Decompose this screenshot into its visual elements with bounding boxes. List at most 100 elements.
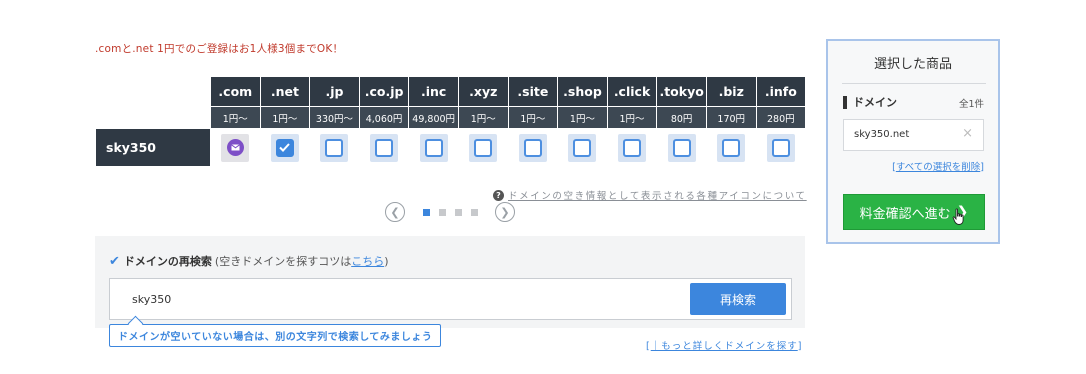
remove-icon[interactable]: × bbox=[962, 126, 973, 141]
research-title: ✔ ドメインの再検索 (空きドメインを探すコツはこちら) bbox=[109, 253, 389, 269]
tld-price: 1円〜 bbox=[507, 106, 559, 129]
cart-category: ドメイン bbox=[843, 94, 897, 110]
tld-price: 280円 bbox=[755, 106, 807, 129]
domain-row-label: sky350 bbox=[95, 128, 211, 167]
checkbox-wrap bbox=[568, 133, 597, 162]
checkbox-wrap bbox=[419, 133, 448, 162]
search-input[interactable] bbox=[132, 293, 432, 306]
proceed-button[interactable]: 料金確認へ進む ❯ bbox=[843, 194, 985, 230]
pager-dot[interactable] bbox=[471, 208, 478, 216]
domain-checkbox[interactable] bbox=[424, 138, 443, 157]
chevron-right-icon[interactable]: ❯ bbox=[495, 202, 515, 222]
availability-cell bbox=[358, 128, 410, 167]
tld-header: .info bbox=[755, 76, 807, 107]
research-hint: (空きドメインを探すコツはこちら) bbox=[215, 253, 389, 269]
question-icon: ? bbox=[493, 189, 504, 201]
table-corner bbox=[95, 76, 211, 107]
availability-cell bbox=[210, 128, 261, 167]
more-search-link[interactable]: [｜もっと詳しくドメインを探す] bbox=[646, 338, 802, 352]
tld-price: 1円〜 bbox=[259, 106, 311, 129]
research-title-label: ドメインの再検索 bbox=[123, 255, 212, 268]
checkbox-wrap bbox=[270, 133, 299, 162]
tld-header: .shop bbox=[557, 76, 608, 107]
tld-header: .net bbox=[259, 76, 311, 107]
availability-cell bbox=[259, 128, 311, 167]
availability-cell bbox=[457, 128, 509, 167]
tld-header: .jp bbox=[309, 76, 360, 107]
research-button[interactable]: 再検索 bbox=[690, 283, 786, 315]
checkbox-wrap bbox=[320, 133, 349, 162]
tld-price: 330円〜 bbox=[309, 106, 360, 129]
promo-text: .comと.net 1円でのご登録はお1人様3個までOK！ bbox=[95, 43, 344, 55]
tld-header: .com bbox=[210, 76, 261, 107]
checkbox-wrap bbox=[717, 133, 746, 162]
mail-status[interactable] bbox=[221, 133, 250, 162]
hint-link[interactable]: こちら bbox=[351, 255, 384, 268]
table-corner bbox=[95, 106, 211, 129]
clear-link-text[interactable]: すべての選択を削除 bbox=[896, 162, 980, 173]
tld-price: 4,060円 bbox=[358, 106, 410, 129]
domain-checkbox[interactable] bbox=[523, 138, 542, 157]
availability-cell bbox=[606, 128, 658, 167]
cart-item: sky350.net × bbox=[843, 119, 984, 151]
pager-dot[interactable] bbox=[423, 208, 430, 216]
tld-header: .inc bbox=[408, 76, 459, 107]
availability-cell bbox=[656, 128, 707, 167]
domain-checkbox[interactable] bbox=[325, 138, 344, 157]
checkbox-wrap bbox=[370, 133, 399, 162]
domain-availability-table: .com .net .jp .co.jp .inc .xyz .site .shop .clic… bbox=[95, 76, 807, 167]
tld-header: .tokyo bbox=[656, 76, 707, 107]
cart-count: 全1件 bbox=[958, 99, 984, 110]
domain-checkbox[interactable] bbox=[573, 138, 592, 157]
more-link-close: ] bbox=[797, 341, 803, 352]
research-panel: ✔ ドメインの再検索 (空きドメインを探すコツはこちら) 再検索 bbox=[95, 236, 805, 328]
hand-cursor-icon bbox=[952, 208, 964, 225]
checkbox-wrap bbox=[766, 133, 795, 162]
checkbox-wrap bbox=[618, 133, 647, 162]
checkbox-wrap bbox=[469, 133, 498, 162]
tld-price: 1円〜 bbox=[210, 106, 261, 129]
pager-dot[interactable] bbox=[439, 208, 446, 216]
tld-header: .xyz bbox=[457, 76, 509, 107]
domain-checkbox[interactable] bbox=[771, 138, 790, 157]
domain-checkbox[interactable] bbox=[623, 138, 642, 157]
icon-legend-link[interactable]: ? ドメインの空き情報として表示される各種アイコンについて bbox=[493, 188, 807, 202]
tld-header: .click bbox=[606, 76, 658, 107]
icon-legend-text[interactable]: ドメインの空き情報として表示される各種アイコンについて bbox=[508, 188, 807, 202]
availability-cell bbox=[755, 128, 807, 167]
tld-header: .biz bbox=[705, 76, 757, 107]
clear-close: ] bbox=[980, 162, 984, 173]
chevron-left-icon[interactable]: ❮ bbox=[385, 202, 405, 222]
hint-prefix: (空きドメインを探すコツは bbox=[214, 255, 352, 268]
availability-cell bbox=[309, 128, 360, 167]
pager-dots bbox=[423, 208, 478, 216]
cart-title: 選択した商品 bbox=[873, 57, 952, 72]
domain-checkbox[interactable] bbox=[375, 138, 394, 157]
tld-price: 1円〜 bbox=[557, 106, 608, 129]
tld-price: 1円〜 bbox=[457, 106, 509, 129]
tld-price: 49,800円 bbox=[408, 106, 459, 129]
cart-item-name: sky350.net bbox=[854, 129, 910, 140]
clear-selection-link[interactable]: [すべての選択を削除] bbox=[892, 159, 984, 173]
tld-header: .co.jp bbox=[358, 76, 410, 107]
domain-checkbox[interactable] bbox=[474, 138, 493, 157]
more-link-text[interactable]: ｜もっと詳しくドメインを探す bbox=[651, 341, 798, 352]
divider bbox=[842, 83, 986, 84]
proceed-label: 料金確認へ進む bbox=[859, 206, 951, 222]
availability-cell bbox=[705, 128, 757, 167]
domain-checkbox[interactable] bbox=[275, 138, 294, 157]
tld-price: 1円〜 bbox=[606, 106, 658, 129]
search-box: 再検索 bbox=[109, 278, 792, 320]
envelope-icon bbox=[226, 139, 244, 156]
domain-checkbox[interactable] bbox=[722, 138, 741, 157]
pager-dot[interactable] bbox=[455, 208, 462, 216]
tld-header: .site bbox=[507, 76, 559, 107]
availability-cell bbox=[408, 128, 459, 167]
availability-cell bbox=[507, 128, 559, 167]
checkmark-icon: ✔ bbox=[109, 253, 120, 269]
checkbox-wrap bbox=[518, 133, 547, 162]
domain-checkbox[interactable] bbox=[672, 138, 691, 157]
selected-items-panel: 選択した商品 ドメイン 全1件 sky350.net × [すべての選択を削除]… bbox=[826, 39, 1000, 244]
availability-cell bbox=[557, 128, 608, 167]
tld-price: 80円 bbox=[656, 106, 707, 129]
